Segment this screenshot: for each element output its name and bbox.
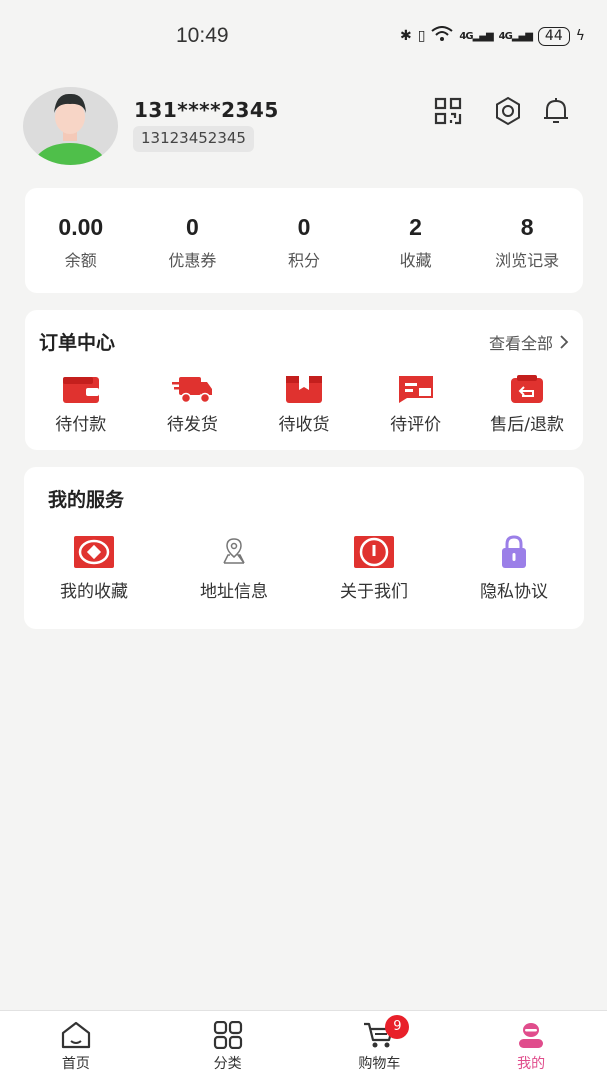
stat-label: 积分 (287, 251, 320, 270)
signal-icon-1: 4G▂▄▆ (459, 30, 493, 42)
box-icon (285, 376, 322, 403)
stat-history[interactable]: 8 浏览记录 (471, 188, 583, 293)
service-label: 地址信息 (200, 582, 268, 602)
tab-label: 分类 (213, 1056, 242, 1072)
review-icon (398, 376, 433, 403)
stat-label: 优惠券 (168, 251, 217, 270)
service-about-us[interactable]: 关于我们 (304, 535, 444, 602)
charging-icon: ϟ (575, 28, 585, 44)
tab-cart[interactable]: 9 购物车 (304, 1011, 456, 1081)
stat-value: 0.00 (58, 214, 104, 240)
service-label: 关于我们 (340, 582, 408, 602)
account-stats-card: 0.00 余额 0 优惠券 0 积分 2 收藏 8 浏览记录 (25, 188, 583, 293)
order-after-sales[interactable]: 售后/退款 (471, 374, 583, 435)
stat-label: 收藏 (399, 251, 432, 270)
tab-categories[interactable]: 分类 (152, 1011, 304, 1081)
service-row: 我的收藏 地址信息 关于我们 隐私协议 (24, 535, 584, 602)
service-label: 我的收藏 (60, 582, 128, 602)
settings-icon[interactable] (493, 96, 523, 126)
tab-label: 我的 (517, 1056, 546, 1072)
notification-bell-icon[interactable] (541, 96, 571, 126)
lock-icon (502, 535, 526, 568)
bottom-tab-bar: 首页 分类 9 购物车 我的 (0, 1010, 607, 1081)
phone-number: 13123452345 (133, 126, 254, 152)
signal-icon-2: 4G▂▄▆ (498, 30, 533, 42)
stat-value: 0 (185, 214, 199, 240)
order-label: 待收货 (278, 415, 330, 435)
status-time: 10:49 (176, 24, 229, 47)
stat-favorites[interactable]: 2 收藏 (360, 188, 472, 293)
cart-count-badge: 9 (385, 1015, 410, 1039)
status-bar: 10:49 ✱ ▯ 4G▂▄▆ 4G▂▄▆ 44 ϟ (0, 0, 607, 75)
grid-icon (213, 1021, 242, 1049)
wallet-icon (62, 377, 99, 403)
order-pending-payment[interactable]: 待付款 (25, 374, 137, 435)
order-center-card: 订单中心 查看全部 待付款 待发货 待收货 待评价 售后/退款 (25, 310, 583, 450)
order-center-title: 订单中心 (39, 332, 116, 354)
order-label: 待付款 (55, 415, 107, 435)
tab-label: 首页 (61, 1056, 90, 1072)
vibrate-icon: ▯ (417, 28, 426, 44)
order-label: 待发货 (166, 415, 218, 435)
truck-icon (172, 377, 213, 404)
chevron-right-icon (560, 335, 569, 349)
stat-label: 浏览记录 (495, 251, 560, 270)
order-label: 售后/退款 (490, 415, 565, 435)
service-privacy[interactable]: 隐私协议 (444, 535, 584, 602)
stat-coupons[interactable]: 0 优惠券 (137, 188, 249, 293)
wifi-icon (431, 26, 454, 46)
avatar[interactable] (23, 87, 118, 165)
stat-points[interactable]: 0 积分 (248, 188, 360, 293)
home-icon (61, 1021, 90, 1049)
order-label: 待评价 (390, 415, 442, 435)
tab-home[interactable]: 首页 (0, 1011, 152, 1081)
service-label: 隐私协议 (480, 582, 548, 602)
refund-icon (511, 375, 544, 403)
view-all-label: 查看全部 (488, 334, 553, 353)
battery-indicator: 44 (537, 26, 570, 46)
order-status-row: 待付款 待发货 待收货 待评价 售后/退款 (25, 374, 583, 435)
service-favorites[interactable]: 我的收藏 (24, 535, 164, 602)
username: 131****2345 (134, 98, 279, 122)
order-pending-shipment[interactable]: 待发货 (137, 374, 249, 435)
stat-balance[interactable]: 0.00 余额 (25, 188, 137, 293)
service-address[interactable]: 地址信息 (164, 535, 304, 602)
profile-icon (519, 1023, 544, 1048)
stat-value: 2 (409, 214, 422, 240)
status-icons: ✱ ▯ 4G▂▄▆ 4G▂▄▆ 44 ϟ (400, 26, 585, 46)
favorites-icon (74, 536, 114, 568)
services-title: 我的服务 (48, 489, 125, 511)
bluetooth-icon: ✱ (399, 28, 412, 44)
info-icon (354, 536, 394, 568)
my-services-card: 我的服务 我的收藏 地址信息 关于我们 隐私协议 (24, 467, 584, 629)
stat-value: 8 (520, 214, 534, 240)
qr-code-icon[interactable] (433, 96, 463, 126)
location-icon (223, 538, 245, 564)
order-pending-receipt[interactable]: 待收货 (248, 374, 360, 435)
view-all-orders-link[interactable]: 查看全部 (489, 330, 569, 354)
stat-value: 0 (297, 214, 311, 240)
tab-label: 购物车 (358, 1056, 401, 1072)
stat-label: 余额 (64, 251, 97, 270)
order-pending-review[interactable]: 待评价 (360, 374, 472, 435)
tab-profile[interactable]: 我的 (455, 1011, 607, 1081)
